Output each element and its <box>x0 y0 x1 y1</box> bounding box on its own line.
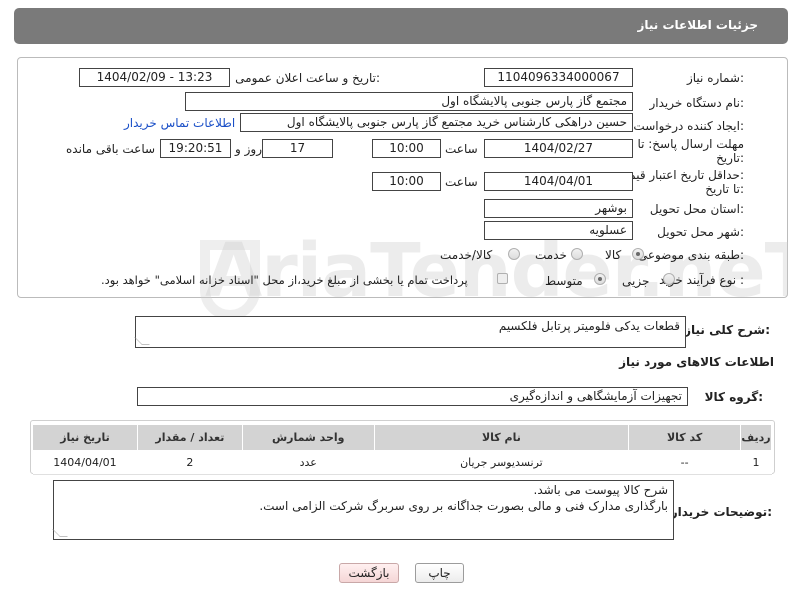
cell-unit: عدد <box>242 450 375 475</box>
process-radio-medium[interactable] <box>594 273 606 285</box>
province-field[interactable]: بوشهر <box>484 199 633 218</box>
validity-time-label: ساعت <box>445 175 478 189</box>
requester-field[interactable]: حسین دراهکی کارشناس خرید مجتمع گاز پارس … <box>240 113 633 132</box>
process-option-medium: متوسط <box>545 274 583 288</box>
goods-group-field[interactable]: تجهیزات آزمایشگاهی و اندازه‌گیری <box>137 387 688 406</box>
buyer-contact-link[interactable]: اطلاعات تماس خریدار <box>124 116 235 130</box>
city-field[interactable]: عسلویه <box>484 221 633 240</box>
deadline-time-label: ساعت <box>445 142 478 156</box>
buyer-org-field[interactable]: مجتمع گاز پارس جنوبی پالایشگاه اول <box>185 92 633 111</box>
resize-grip-icon[interactable] <box>52 529 68 537</box>
back-button[interactable]: بازگشت <box>339 563 399 583</box>
goods-section-title: اطلاعات کالاهای مورد نیاز <box>619 355 774 369</box>
category-option-service: خدمت <box>535 248 567 262</box>
treasury-payment-note: پرداخت تمام یا بخشی از مبلغ خرید،از محل … <box>101 273 468 287</box>
need-number-label: شماره نیاز: <box>686 71 744 85</box>
validity-time-field[interactable]: 10:00 <box>372 172 441 191</box>
requester-label: ایجاد کننده درخواست: <box>633 119 744 133</box>
deadline-label: مهلت ارسال پاسخ: تا <box>637 137 744 151</box>
description-text: قطعات یدکی فلومیتر پرتابل فلکسیم <box>498 319 680 333</box>
treasury-payment-checkbox[interactable] <box>497 273 508 284</box>
deadline-label-date: تاریخ: <box>716 151 744 165</box>
buyer-notes-line-1: شرح کالا پیوست می باشد. <box>533 483 668 497</box>
category-radio-both[interactable] <box>508 248 520 260</box>
province-label: استان محل تحویل: <box>649 202 744 216</box>
remaining-label: ساعت باقی مانده <box>66 142 156 156</box>
category-radio-goods[interactable] <box>632 248 644 260</box>
category-radio-service[interactable] <box>571 248 583 260</box>
description-textarea[interactable]: قطعات یدکی فلومیتر پرتابل فلکسیم <box>134 316 686 348</box>
validity-label: حداقل تاریخ اعتبار قیمت: <box>617 168 744 182</box>
table-header-row: ردیف کد کالا نام کالا واحد شمارش تعداد /… <box>32 424 772 451</box>
cell-item-code: -- <box>628 450 741 475</box>
validity-date-field[interactable]: 1404/04/01 <box>484 172 633 191</box>
deadline-date-field[interactable]: 1404/02/27 <box>484 139 633 158</box>
announce-label: تاریخ و ساعت اعلان عمومی: <box>235 71 380 85</box>
table-row[interactable]: 1 -- ترنسدیوسر جریان عدد 2 1404/04/01 <box>32 450 772 475</box>
title-bar: جزئیات اطلاعات نیاز <box>14 8 788 44</box>
cell-row-number: 1 <box>740 450 772 475</box>
description-label: شرح کلی نیاز: <box>684 323 770 337</box>
col-header-item-code: کد کالا <box>628 424 742 451</box>
process-option-minor: جزیی <box>622 274 650 288</box>
cell-item-name: ترنسدیوسر جریان <box>374 450 629 475</box>
items-table: ردیف کد کالا نام کالا واحد شمارش تعداد /… <box>32 424 772 475</box>
buyer-notes-label: توضیحات خریدار: <box>670 505 772 519</box>
deadline-time-field[interactable]: 10:00 <box>372 139 441 158</box>
goods-group-label: گروه کالا: <box>704 390 763 404</box>
validity-label-date: تا تاریخ: <box>705 182 744 196</box>
page-title: جزئیات اطلاعات نیاز <box>637 18 758 32</box>
resize-grip-icon[interactable] <box>134 337 150 345</box>
category-option-goods: کالا <box>605 248 622 262</box>
process-radio-minor[interactable] <box>663 273 675 285</box>
days-label: روز و <box>235 142 262 156</box>
col-header-unit: واحد شمارش <box>241 424 375 451</box>
need-number-field[interactable]: 1104096334000067 <box>484 68 633 87</box>
print-button[interactable]: چاپ <box>415 563 464 583</box>
col-header-need-date: تاریخ نیاز <box>32 424 138 451</box>
category-option-both: کالا/خدمت <box>440 248 493 262</box>
city-label: شهر محل تحویل: <box>657 225 744 239</box>
category-label: طبقه بندی موضوعی: <box>637 248 744 262</box>
col-header-quantity: تعداد / مقدار <box>136 424 243 451</box>
col-header-row-number: ردیف <box>740 424 772 451</box>
col-header-item-name: نام کالا <box>373 424 630 451</box>
buyer-notes-line-2: بارگذاری مدارک فنی و مالی بصورت جداگانه … <box>259 499 668 513</box>
buyer-notes-textarea[interactable]: شرح کالا پیوست می باشد. بارگذاری مدارک ف… <box>52 480 674 540</box>
announce-datetime-field[interactable]: 1404/02/09 - 13:23 <box>79 68 230 87</box>
cell-need-date: 1404/04/01 <box>32 450 138 475</box>
remaining-time-field[interactable]: 19:20:51 <box>160 139 231 158</box>
days-remaining-field[interactable]: 17 <box>262 139 333 158</box>
cell-quantity: 2 <box>137 450 243 475</box>
buyer-org-label: نام دستگاه خریدار: <box>649 96 745 110</box>
